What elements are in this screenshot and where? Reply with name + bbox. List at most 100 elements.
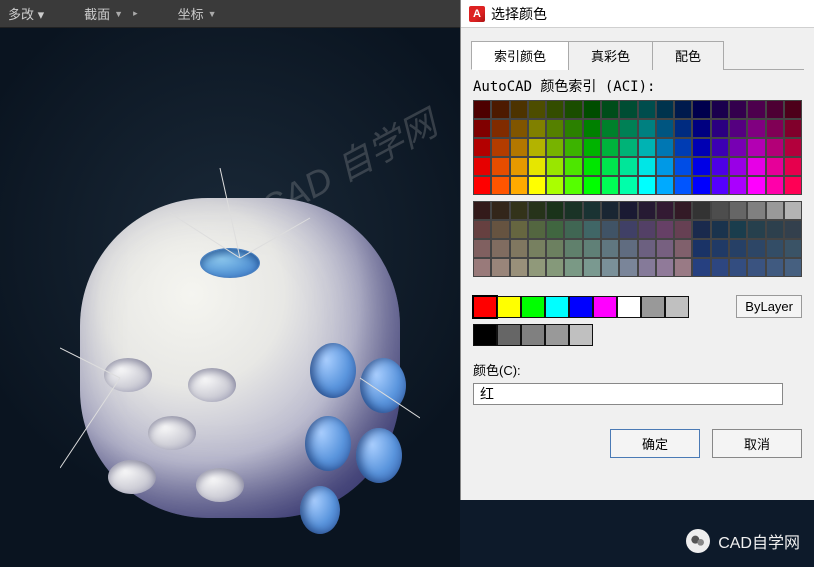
color-swatch[interactable] xyxy=(601,119,619,138)
quick-color-swatch[interactable] xyxy=(521,296,545,318)
quick-color-swatch[interactable] xyxy=(641,296,665,318)
quick-color-swatch[interactable] xyxy=(473,324,497,346)
color-swatch[interactable] xyxy=(619,239,637,258)
color-swatch[interactable] xyxy=(674,220,692,239)
color-swatch[interactable] xyxy=(674,239,692,258)
color-swatch[interactable] xyxy=(473,201,491,220)
quick-color-swatch[interactable] xyxy=(521,324,545,346)
color-swatch[interactable] xyxy=(711,138,729,157)
color-swatch[interactable] xyxy=(711,100,729,119)
color-swatch[interactable] xyxy=(528,220,546,239)
color-swatch[interactable] xyxy=(491,138,509,157)
color-swatch[interactable] xyxy=(601,220,619,239)
color-swatch[interactable] xyxy=(619,138,637,157)
color-swatch[interactable] xyxy=(729,201,747,220)
color-swatch[interactable] xyxy=(729,239,747,258)
color-swatch[interactable] xyxy=(784,157,802,176)
color-swatch[interactable] xyxy=(674,176,692,195)
color-swatch[interactable] xyxy=(692,138,710,157)
color-swatch[interactable] xyxy=(674,119,692,138)
quick-color-swatch[interactable] xyxy=(473,296,497,318)
color-swatch[interactable] xyxy=(656,100,674,119)
color-swatch[interactable] xyxy=(528,201,546,220)
color-swatch[interactable] xyxy=(711,176,729,195)
color-swatch[interactable] xyxy=(656,176,674,195)
color-swatch[interactable] xyxy=(583,138,601,157)
color-swatch[interactable] xyxy=(766,176,784,195)
color-swatch[interactable] xyxy=(674,201,692,220)
color-swatch[interactable] xyxy=(766,119,784,138)
cancel-button[interactable]: 取消 xyxy=(712,429,802,458)
color-swatch[interactable] xyxy=(546,176,564,195)
quick-color-swatch[interactable] xyxy=(617,296,641,318)
color-swatch[interactable] xyxy=(491,239,509,258)
color-swatch[interactable] xyxy=(473,220,491,239)
color-swatch[interactable] xyxy=(638,119,656,138)
color-swatch[interactable] xyxy=(638,176,656,195)
color-swatch[interactable] xyxy=(564,138,582,157)
color-swatch[interactable] xyxy=(546,138,564,157)
color-swatch[interactable] xyxy=(473,258,491,277)
die-pip-top-1[interactable] xyxy=(200,248,260,278)
color-swatch[interactable] xyxy=(510,258,528,277)
color-swatch[interactable] xyxy=(766,138,784,157)
color-swatch[interactable] xyxy=(564,119,582,138)
quick-color-swatch[interactable] xyxy=(569,324,593,346)
color-swatch[interactable] xyxy=(564,176,582,195)
color-swatch[interactable] xyxy=(546,239,564,258)
color-swatch[interactable] xyxy=(583,220,601,239)
color-swatch[interactable] xyxy=(601,258,619,277)
color-swatch[interactable] xyxy=(491,201,509,220)
color-swatch[interactable] xyxy=(510,220,528,239)
color-swatch[interactable] xyxy=(747,138,765,157)
color-swatch[interactable] xyxy=(491,157,509,176)
color-swatch[interactable] xyxy=(564,157,582,176)
color-swatch[interactable] xyxy=(528,138,546,157)
color-swatch[interactable] xyxy=(491,258,509,277)
color-swatch[interactable] xyxy=(747,220,765,239)
color-swatch[interactable] xyxy=(656,138,674,157)
color-swatch[interactable] xyxy=(473,157,491,176)
color-swatch[interactable] xyxy=(747,201,765,220)
color-swatch[interactable] xyxy=(510,119,528,138)
color-swatch[interactable] xyxy=(583,157,601,176)
color-swatch[interactable] xyxy=(729,176,747,195)
color-swatch[interactable] xyxy=(692,258,710,277)
color-swatch[interactable] xyxy=(784,201,802,220)
color-swatch[interactable] xyxy=(638,201,656,220)
color-swatch[interactable] xyxy=(473,176,491,195)
color-swatch[interactable] xyxy=(674,258,692,277)
color-swatch[interactable] xyxy=(638,100,656,119)
color-swatch[interactable] xyxy=(747,176,765,195)
model-viewport[interactable]: CAD 自学网 cadzxw.com xyxy=(0,28,460,567)
quick-color-swatch[interactable] xyxy=(545,296,569,318)
color-swatch[interactable] xyxy=(674,157,692,176)
color-swatch[interactable] xyxy=(656,157,674,176)
color-swatch[interactable] xyxy=(619,258,637,277)
color-swatch[interactable] xyxy=(473,138,491,157)
color-swatch[interactable] xyxy=(491,119,509,138)
color-swatch[interactable] xyxy=(546,119,564,138)
color-swatch[interactable] xyxy=(747,100,765,119)
color-swatch[interactable] xyxy=(619,201,637,220)
color-swatch[interactable] xyxy=(656,201,674,220)
color-swatch[interactable] xyxy=(583,176,601,195)
color-swatch[interactable] xyxy=(473,100,491,119)
color-swatch[interactable] xyxy=(510,201,528,220)
color-swatch[interactable] xyxy=(546,201,564,220)
color-swatch[interactable] xyxy=(711,239,729,258)
color-swatch[interactable] xyxy=(729,100,747,119)
color-swatch[interactable] xyxy=(601,201,619,220)
color-swatch[interactable] xyxy=(638,220,656,239)
tab-true-color[interactable]: 真彩色 xyxy=(568,41,653,70)
menu-coord[interactable]: 坐标▼ xyxy=(178,4,217,23)
color-swatch[interactable] xyxy=(619,157,637,176)
quick-color-swatch[interactable] xyxy=(545,324,569,346)
color-swatch[interactable] xyxy=(510,138,528,157)
color-swatch[interactable] xyxy=(729,138,747,157)
color-swatch[interactable] xyxy=(583,100,601,119)
color-swatch[interactable] xyxy=(747,157,765,176)
color-swatch[interactable] xyxy=(656,119,674,138)
ok-button[interactable]: 确定 xyxy=(610,429,700,458)
color-swatch[interactable] xyxy=(510,157,528,176)
